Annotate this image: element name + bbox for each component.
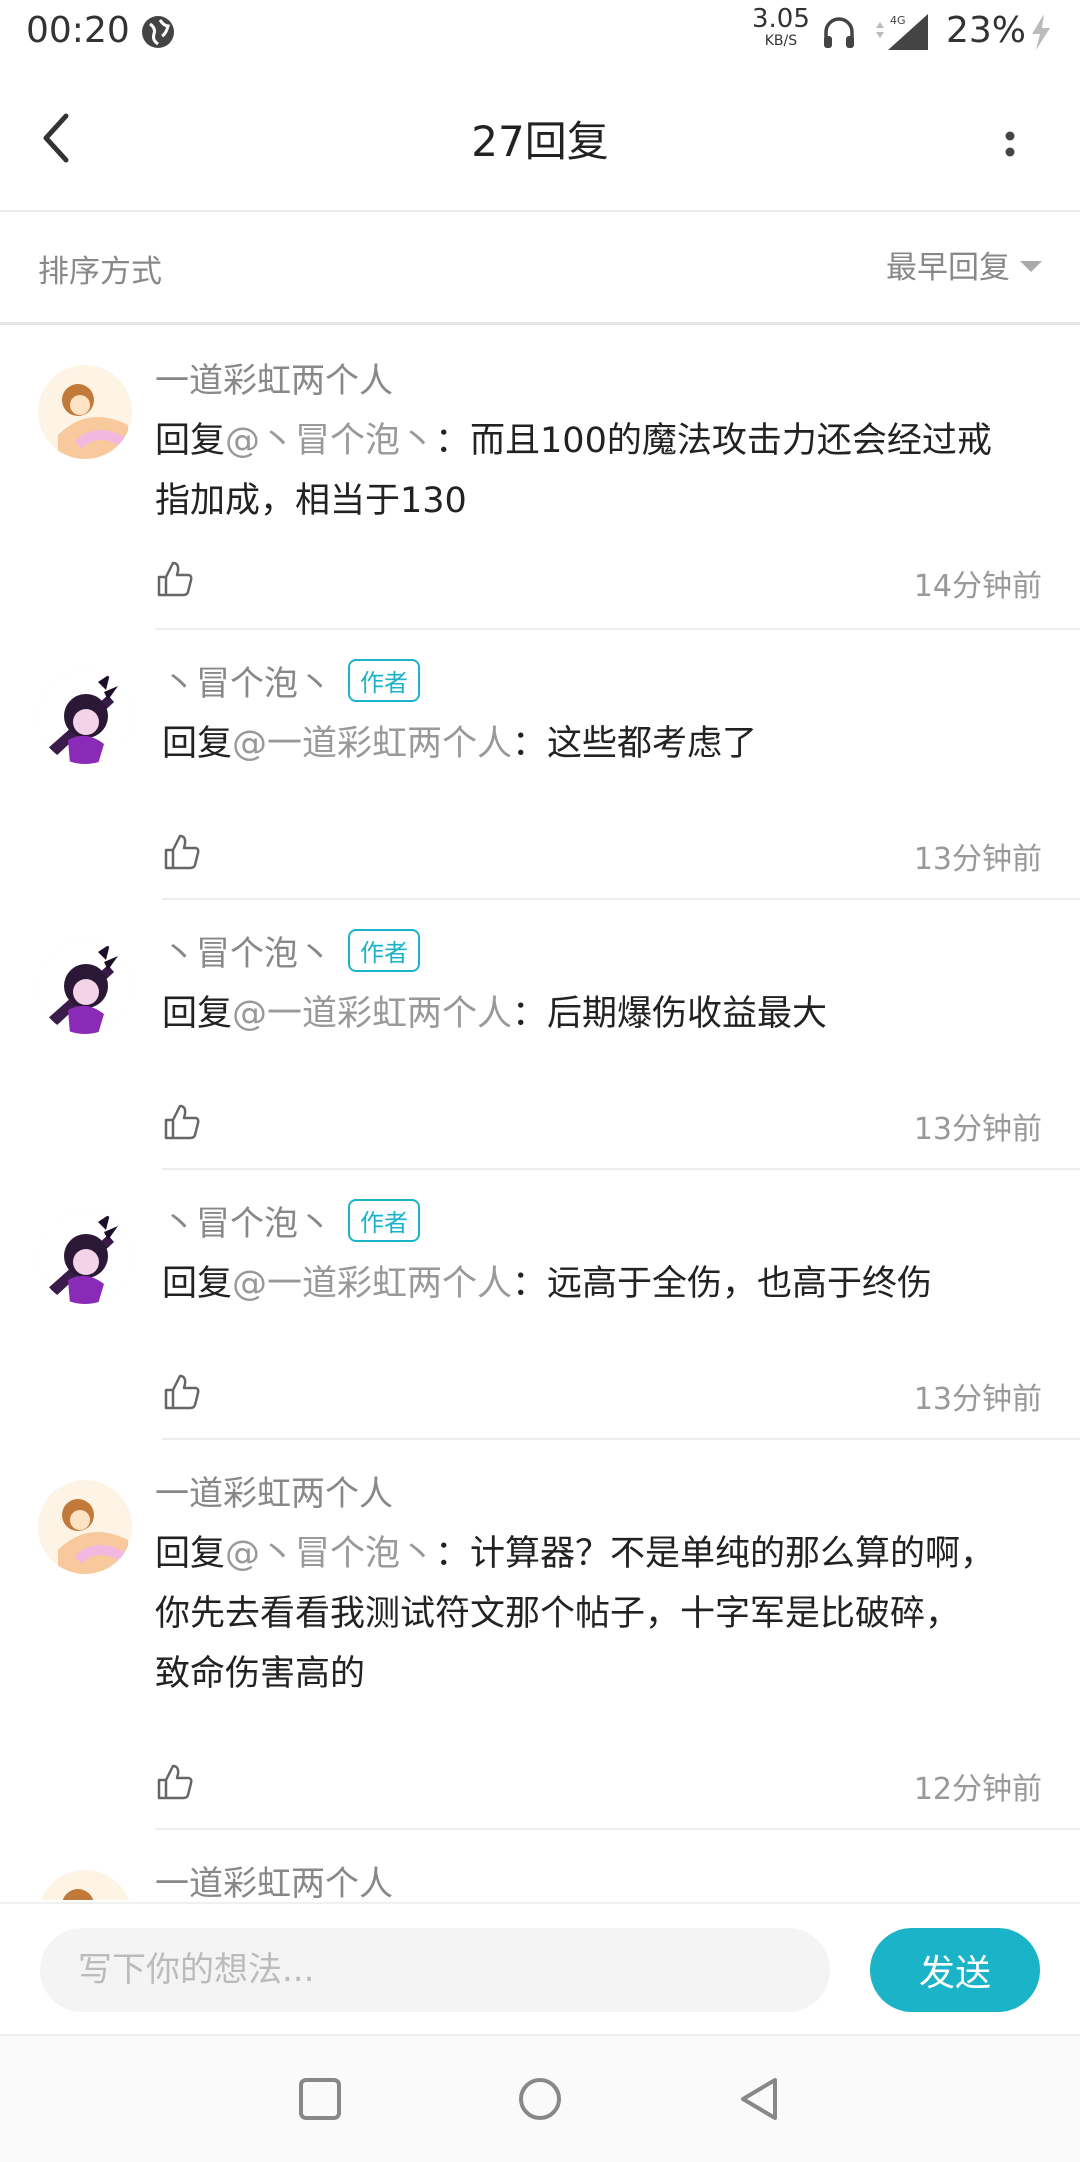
sort-value: 最早回复: [886, 250, 1010, 286]
author-name[interactable]: 丶冒个泡丶: [162, 1196, 332, 1245]
comment-text: 回复@一道彩虹两个人：这些都考虑了: [162, 724, 758, 764]
mention-link[interactable]: @一道彩虹两个人: [232, 994, 512, 1034]
top-nav: 27回复: [0, 64, 1080, 212]
sort-label: 排序方式: [38, 254, 162, 290]
author-name[interactable]: 丶冒个泡丶: [162, 926, 332, 975]
avatar[interactable]: [38, 1210, 132, 1304]
list-item: 丶冒个泡丶 作者 回复@一道彩虹两个人：这些都考虑了 13分钟前: [0, 630, 1080, 900]
list-item: 一道彩虹两个人 回复@丶冒个泡丶：而且100的魔法攻击力还会经过戒 指加成，相当…: [0, 325, 1080, 630]
comment-time: 14分钟前: [913, 569, 1042, 604]
sort-dropdown[interactable]: 最早回复: [886, 242, 1042, 287]
author-name[interactable]: 一道彩虹两个人: [155, 1856, 393, 1900]
page-title: 27回复: [471, 117, 609, 166]
author-badge: 作者: [348, 1199, 420, 1242]
signal-4g-icon: 4G: [876, 14, 928, 50]
comment-time: 13分钟前: [913, 842, 1042, 877]
network-speed: 3.05 KB/S: [752, 4, 810, 49]
caret-down-icon: [1020, 261, 1042, 272]
composer-bar: 发送: [0, 1902, 1080, 2034]
author-row: 丶冒个泡丶 作者: [162, 656, 420, 705]
headphones-icon: [824, 17, 854, 48]
thumbs-up-icon[interactable]: [155, 559, 195, 599]
home-circle-icon[interactable]: [515, 2074, 565, 2124]
author-row: 丶冒个泡丶 作者: [162, 1196, 420, 1245]
thumbs-up-icon[interactable]: [155, 1762, 195, 1802]
comment-text: 回复@一道彩虹两个人：后期爆伤收益最大: [162, 994, 828, 1034]
charging-icon: [1032, 14, 1050, 50]
comment-text: 回复@丶冒个泡丶：计算器？不是单纯的那么算的啊， 你先去看看我测试符文那个帖子，…: [155, 1534, 996, 1694]
sort-bar: 排序方式 最早回复: [0, 212, 1080, 325]
comment-list[interactable]: 一道彩虹两个人 回复@丶冒个泡丶：而且100的魔法攻击力还会经过戒 指加成，相当…: [0, 325, 1080, 1900]
more-vertical-icon[interactable]: [990, 112, 1030, 172]
author-badge: 作者: [348, 929, 420, 972]
status-bar: 00:20 3.05 KB/S 4G 23%: [0, 0, 1080, 64]
avatar[interactable]: [38, 1870, 132, 1900]
author-row: 一道彩虹两个人: [155, 353, 393, 402]
mention-link[interactable]: @丶冒个泡丶: [225, 421, 435, 461]
battery-level: 23%: [946, 10, 1027, 51]
list-item: 一道彩虹两个人 回复@丶冒个泡丶：计算器？不是单纯的那么算的啊， 你先去看看我测…: [0, 1440, 1080, 1830]
avatar[interactable]: [38, 1480, 132, 1574]
mention-link[interactable]: @丶冒个泡丶: [225, 1534, 435, 1574]
author-name[interactable]: 丶冒个泡丶: [162, 656, 332, 705]
author-row: 一道彩虹两个人: [155, 1466, 393, 1515]
author-row: 丶冒个泡丶 作者: [162, 926, 420, 975]
comment-time: 13分钟前: [913, 1112, 1042, 1147]
thumbs-up-icon[interactable]: [162, 1372, 202, 1412]
thumbs-up-icon[interactable]: [162, 832, 202, 872]
mention-link[interactable]: @一道彩虹两个人: [232, 1264, 512, 1304]
avatar[interactable]: [38, 940, 132, 1034]
list-item: 丶冒个泡丶 作者 回复@一道彩虹两个人：后期爆伤收益最大 13分钟前: [0, 900, 1080, 1170]
back-triangle-icon[interactable]: [735, 2074, 785, 2124]
comment-text: 回复@一道彩虹两个人：远高于全伤，也高于终伤: [162, 1264, 933, 1304]
author-row: 一道彩虹两个人: [155, 1856, 393, 1900]
send-button[interactable]: 发送: [870, 1928, 1040, 2012]
mention-link[interactable]: @一道彩虹两个人: [232, 724, 512, 764]
svg-text:4G: 4G: [890, 14, 906, 27]
author-badge: 作者: [348, 659, 420, 702]
globe-icon: [142, 16, 174, 48]
comment-time: 13分钟前: [913, 1382, 1042, 1417]
comment-text: 回复@丶冒个泡丶：而且100的魔法攻击力还会经过戒 指加成，相当于130: [155, 421, 992, 521]
avatar[interactable]: [38, 670, 132, 764]
avatar[interactable]: [38, 365, 132, 459]
list-item: 一道彩虹两个人: [0, 1830, 1080, 1900]
comment-time: 12分钟前: [913, 1772, 1042, 1807]
system-nav-bar: [0, 2034, 1080, 2162]
recents-square-icon[interactable]: [295, 2074, 345, 2124]
author-name[interactable]: 一道彩虹两个人: [155, 353, 393, 402]
list-item: 丶冒个泡丶 作者 回复@一道彩虹两个人：远高于全伤，也高于终伤 13分钟前: [0, 1170, 1080, 1440]
thumbs-up-icon[interactable]: [162, 1102, 202, 1142]
status-time: 00:20: [26, 10, 130, 51]
author-name[interactable]: 一道彩虹两个人: [155, 1466, 393, 1515]
comment-input[interactable]: [40, 1928, 830, 2012]
